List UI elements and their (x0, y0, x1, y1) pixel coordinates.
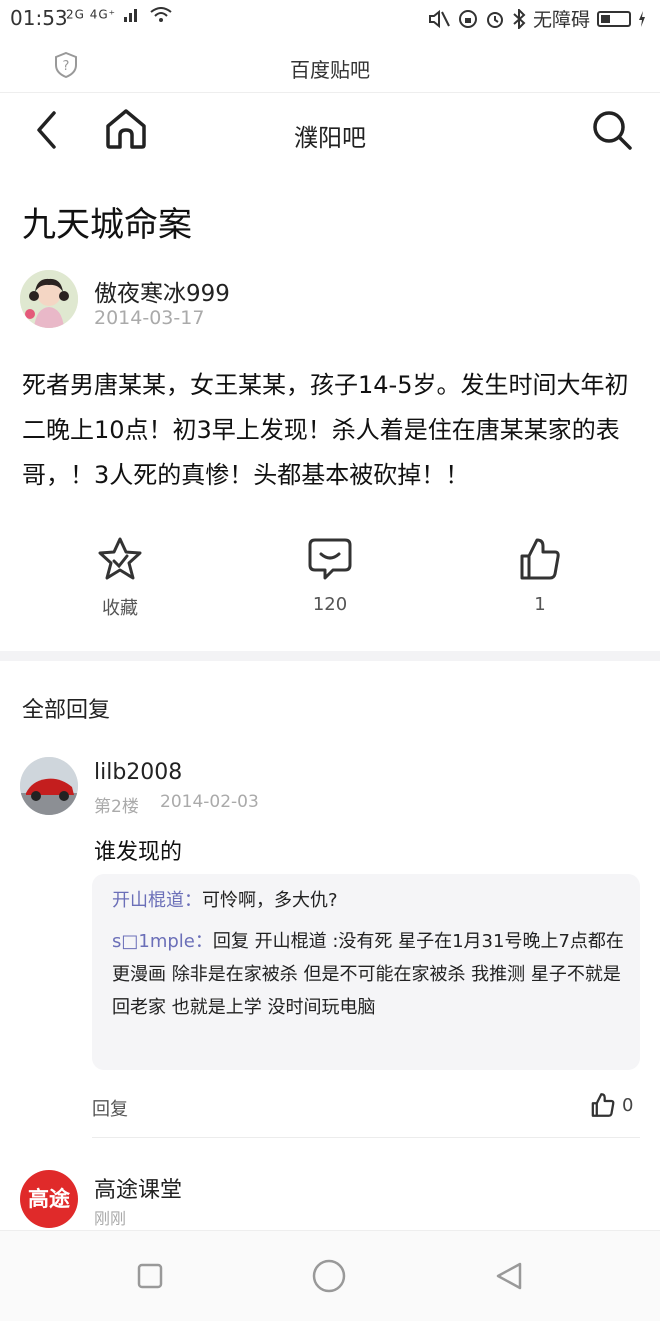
comment-icon (308, 538, 352, 580)
alarm-icon (486, 11, 503, 28)
reply-avatar[interactable] (20, 757, 78, 815)
author-avatar[interactable] (20, 270, 78, 328)
forum-name[interactable]: 濮阳吧 (0, 118, 660, 153)
signal-bars-icon (123, 9, 137, 22)
replies-header: 全部回复 (22, 698, 111, 723)
subreply-user[interactable]: 开山棍道： (112, 890, 202, 911)
reply-text: 谁发现的 (94, 840, 183, 865)
status-time: 01:53 (10, 6, 68, 30)
home-circle-icon[interactable] (312, 1259, 346, 1293)
comment-count: 120 (312, 594, 348, 615)
like-count: 1 (534, 594, 546, 615)
reply-floor: 第2楼 (94, 797, 139, 817)
reply-divider (92, 1137, 640, 1138)
wifi-icon (150, 7, 172, 22)
charging-icon (639, 10, 645, 27)
reply-date: 2014-02-03 (160, 792, 259, 812)
reply-like-count: 0 (622, 1094, 634, 1116)
subreply-text: 可怜啊，多大仇? (202, 890, 338, 911)
shield-question-icon[interactable]: ? (54, 52, 78, 78)
ad-name[interactable]: 高途课堂 (94, 1172, 182, 1204)
ad-time: 刚刚 (94, 1209, 127, 1228)
subreply-item[interactable]: 开山棍道：可怜啊，多大仇? (112, 884, 624, 917)
lock-rotation-icon (458, 9, 477, 28)
section-divider (0, 651, 660, 661)
post-date: 2014-03-17 (94, 307, 205, 329)
like-button[interactable]: 1 (480, 536, 600, 615)
subreply-item[interactable]: s□1mple：回复 开山棍道 :没有死 星子在1月31号晚上7点都在更漫画 除… (112, 925, 624, 1024)
app-title-bar: 百度贴吧 (0, 36, 660, 93)
ad-logo[interactable]: 高途 (20, 1170, 78, 1228)
favorite-label: 收藏 (102, 598, 138, 619)
back-triangle-icon[interactable] (494, 1261, 524, 1291)
reply-button[interactable]: 回复 (92, 1095, 128, 1121)
thumbs-up-icon (520, 538, 560, 580)
author-name[interactable]: 傲夜寒冰999 (94, 274, 230, 308)
comment-button[interactable]: 120 (270, 536, 390, 615)
favorite-button[interactable]: 收藏 (60, 536, 180, 620)
subreply-user[interactable]: s□1mple： (112, 931, 213, 952)
accessibility-label: 无障碍 (532, 9, 590, 31)
signal-indicators: 2G 4G⁺ (66, 7, 172, 23)
system-nav-bar (0, 1230, 660, 1321)
bluetooth-icon (513, 8, 526, 29)
thumbs-up-icon (591, 1093, 615, 1117)
app-title: 百度贴吧 (290, 58, 370, 82)
svg-text:?: ? (63, 59, 70, 74)
mute-icon (428, 9, 450, 28)
battery-icon (597, 10, 631, 27)
post-body: 死者男唐某某，女王某某，孩子14-5岁。发生时间大年初二晚上10点！初3早上发现… (22, 371, 629, 489)
signal-text: 2G 4G⁺ (66, 7, 117, 22)
reply-like-button[interactable]: 0 (590, 1092, 633, 1118)
reply-username[interactable]: lilb2008 (94, 760, 182, 785)
status-bar: 01:53 2G 4G⁺ 无障碍 (0, 0, 660, 36)
status-right: 无障碍 (427, 5, 646, 32)
recent-apps-icon[interactable] (137, 1263, 163, 1289)
star-icon (98, 537, 142, 580)
subreply-box[interactable]: 开山棍道：可怜啊，多大仇? s□1mple：回复 开山棍道 :没有死 星子在1月… (92, 874, 640, 1070)
post-title: 九天城命案 (22, 205, 192, 245)
